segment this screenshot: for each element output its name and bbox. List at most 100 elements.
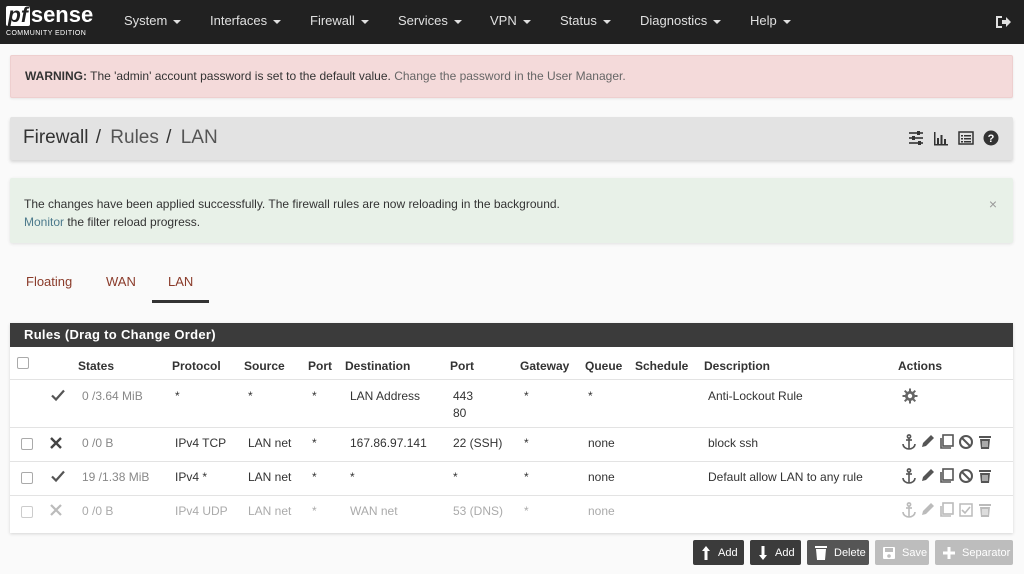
pass-check-icon [51, 388, 65, 402]
divider [10, 461, 1013, 462]
rule-protocol: IPv4 * [175, 470, 208, 484]
rule-queue: none [588, 436, 615, 450]
row-actions [900, 502, 994, 518]
rule-port: * [312, 436, 317, 450]
chevron-down-icon [522, 19, 531, 24]
row-checkbox[interactable] [21, 506, 33, 518]
copy-icon[interactable] [938, 502, 956, 518]
trash-icon[interactable] [976, 434, 994, 450]
rule-states[interactable]: 0 /0 B [82, 436, 113, 450]
row-checkbox[interactable] [21, 472, 33, 484]
nav-status[interactable]: Status [560, 0, 611, 44]
col-dest-port: Port [450, 359, 474, 373]
enable-check-icon[interactable] [957, 502, 975, 518]
rule-states[interactable]: 19 /1.38 MiB [82, 470, 149, 484]
nav-vpn[interactable]: VPN [490, 0, 531, 44]
rule-queue: none [588, 470, 615, 484]
help-icon[interactable]: ? [983, 130, 999, 146]
tab-floating[interactable]: Floating [26, 274, 72, 289]
add-top-label: Add [718, 546, 738, 559]
disable-ban-icon[interactable] [957, 434, 975, 450]
nav-system[interactable]: System [124, 0, 182, 44]
anchor-icon[interactable] [900, 468, 918, 484]
rule-source: LAN net [248, 470, 292, 484]
close-icon[interactable]: × [989, 195, 997, 213]
rule-destination: WAN net [350, 504, 398, 518]
nav-diagnostics-label: Diagnostics [640, 13, 708, 28]
nav-help[interactable]: Help [750, 0, 791, 44]
page-header: Firewall / Rules / LAN ? [10, 117, 1013, 160]
anchor-icon[interactable] [900, 502, 918, 518]
tab-wan[interactable]: WAN [106, 274, 136, 289]
anchor-icon[interactable] [900, 434, 918, 450]
trash-icon[interactable] [976, 468, 994, 484]
bar-chart-icon[interactable] [933, 130, 949, 146]
sliders-icon[interactable] [908, 130, 924, 146]
nav-firewall-label: Firewall [310, 13, 355, 28]
rule-port: * [312, 504, 317, 518]
changes-applied-alert: The changes have been applied successful… [10, 178, 1013, 243]
nav-firewall[interactable]: Firewall [310, 0, 369, 44]
col-protocol: Protocol [172, 359, 221, 373]
delete-button[interactable]: Delete [807, 540, 869, 565]
col-destination: Destination [345, 359, 411, 373]
separator-button[interactable]: Separator [935, 540, 1013, 565]
save-label: Save [902, 546, 928, 559]
rule-source: LAN net [248, 436, 292, 450]
breadcrumb-separator: / [95, 127, 102, 148]
monitor-link[interactable]: Monitor [24, 215, 64, 229]
pass-check-icon [51, 469, 65, 483]
rule-gateway: * [524, 436, 529, 450]
edit-pencil-icon[interactable] [919, 434, 937, 450]
row-checkbox[interactable] [21, 438, 33, 450]
add-bottom-label: Add [775, 546, 795, 559]
rule-gateway: * [524, 504, 529, 518]
list-table-icon[interactable] [958, 130, 974, 146]
rule-source: LAN net [248, 504, 292, 518]
edit-pencil-icon[interactable] [919, 502, 937, 518]
success-line-2: Monitor the filter reload progress. [24, 213, 999, 231]
rule-dest-port: 53 (DNS) [453, 504, 504, 518]
gear-icon[interactable] [902, 388, 918, 404]
copy-icon[interactable] [938, 434, 956, 450]
warning-text: The 'admin' account password is set to t… [87, 69, 395, 83]
rule-queue: none [588, 504, 615, 518]
breadcrumb-rules[interactable]: Rules [110, 127, 159, 148]
rule-states[interactable]: 0 /0 B [82, 504, 113, 518]
logo-edition: COMMUNITY EDITION [6, 30, 87, 37]
breadcrumb-firewall[interactable]: Firewall [23, 127, 88, 148]
rule-states[interactable]: 0 /3.64 MiB [82, 389, 143, 403]
add-bottom-button[interactable]: Add [750, 540, 801, 565]
disable-ban-icon[interactable] [957, 468, 975, 484]
col-queue: Queue [585, 359, 623, 373]
tab-lan[interactable]: LAN [168, 274, 193, 289]
col-schedule: Schedule [635, 359, 689, 373]
warning-label: WARNING: [25, 69, 87, 83]
rule-dest-port-2: 80 [453, 406, 467, 420]
select-all-checkbox[interactable] [17, 357, 29, 369]
arrow-down-icon [759, 545, 767, 560]
nav-diagnostics[interactable]: Diagnostics [640, 0, 722, 44]
save-button[interactable]: Save [875, 540, 929, 565]
copy-icon[interactable] [938, 468, 956, 484]
chevron-down-icon [360, 19, 369, 24]
default-password-warning: WARNING: The 'admin' account password is… [10, 55, 1013, 98]
rule-gateway: * [524, 470, 529, 484]
divider [10, 427, 1013, 428]
trash-icon[interactable] [976, 502, 994, 518]
col-description: Description [704, 359, 771, 373]
chevron-down-icon [453, 19, 462, 24]
arrow-up-icon [702, 545, 710, 560]
add-top-button[interactable]: Add [693, 540, 744, 565]
change-password-link[interactable]: Change the password in the User Manager. [394, 69, 625, 83]
logo-sense: sense [30, 2, 94, 27]
nav-interfaces[interactable]: Interfaces [210, 0, 282, 44]
rule-queue: * [588, 389, 593, 403]
pfsense-logo[interactable]: pf sense COMMUNITY EDITION [6, 2, 102, 41]
nav-services[interactable]: Services [398, 0, 462, 44]
logout-icon[interactable] [994, 13, 1012, 31]
rule-protocol: IPv4 TCP [175, 436, 227, 450]
panel-title: Rules (Drag to Change Order) [10, 323, 1013, 347]
edit-pencil-icon[interactable] [919, 468, 937, 484]
col-source: Source [244, 359, 285, 373]
